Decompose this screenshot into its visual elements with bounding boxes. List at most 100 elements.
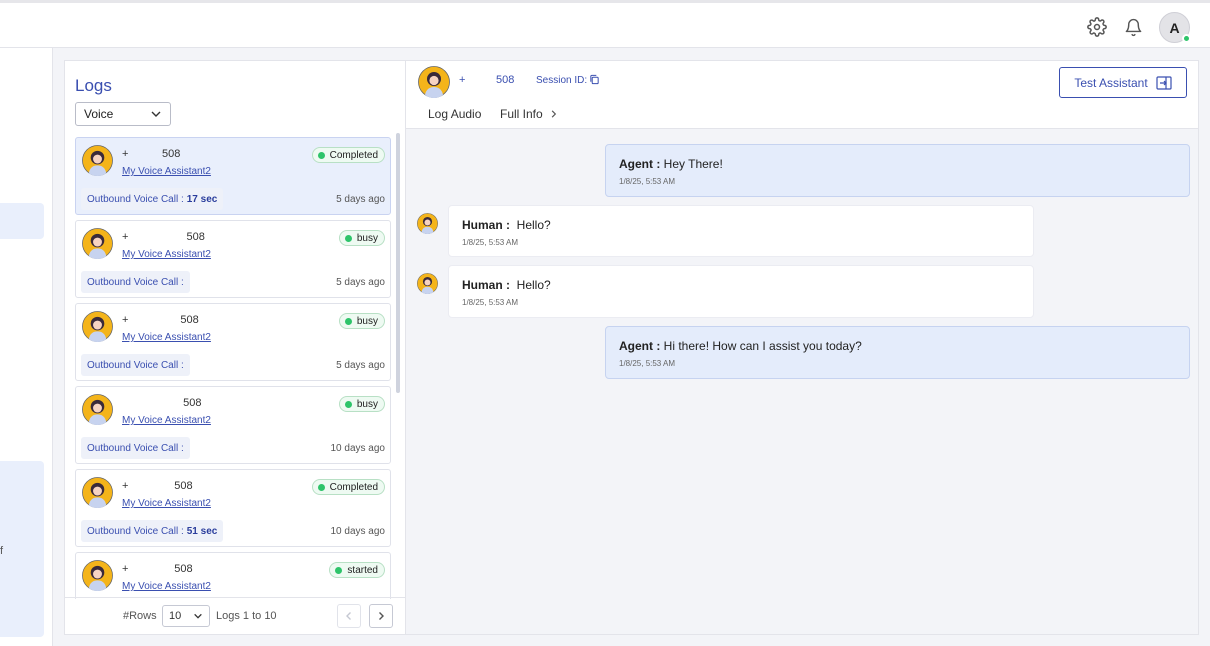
status-text: busy: [356, 232, 378, 244]
agent-message: Agent : Hi there! How can I assist you t…: [605, 326, 1190, 379]
message-line: Human : Hello?: [462, 278, 1020, 292]
user-avatar-icon: [417, 273, 438, 294]
call-type-text: Outbound Voice Call :: [87, 359, 184, 371]
tab-label: Log Audio: [428, 107, 482, 121]
log-phone: + 508: [122, 231, 205, 243]
sidebar-item-active[interactable]: [0, 203, 44, 239]
test-assistant-label: Test Assistant: [1074, 75, 1148, 90]
message-timestamp: 1/8/25, 5:53 AM: [619, 177, 676, 186]
call-type-text: Outbound Voice Call :: [87, 525, 184, 537]
call-type-select-value: Voice: [84, 107, 114, 121]
user-avatar[interactable]: A: [1159, 12, 1191, 43]
message-speaker: Human :: [462, 278, 510, 292]
message-text: Hi there! How can I assist you today?: [663, 339, 862, 353]
log-assistant-link[interactable]: My Voice Assistant2: [122, 332, 211, 343]
status-dot: [344, 400, 352, 408]
message-timestamp: 1/8/25, 5:53 AM: [462, 238, 519, 247]
status-text: busy: [356, 315, 378, 327]
user-avatar-icon: [82, 394, 113, 425]
status-text: started: [347, 564, 378, 576]
call-type-badge: Outbound Voice Call :: [81, 437, 190, 459]
pagination-bar: #Rows 10 Logs 1 to 10: [65, 597, 405, 635]
call-type-badge: Outbound Voice Call :: [81, 354, 190, 376]
status-dot: [317, 483, 325, 491]
log-time-ago: 5 days ago: [336, 194, 385, 205]
log-list-scrollbar[interactable]: [396, 133, 400, 393]
message-speaker: Agent :: [619, 339, 661, 353]
log-assistant-link[interactable]: My Voice Assistant2: [122, 166, 211, 177]
log-item[interactable]: + 508 My Voice Assistant2 Completed Outb…: [75, 469, 391, 547]
log-item[interactable]: + 508 My Voice Assistant2 busy Outbound …: [75, 303, 391, 381]
log-assistant-link[interactable]: My Voice Assistant2: [122, 498, 211, 509]
session-id-label: Session ID:: [536, 75, 588, 86]
call-type-badge: Outbound Voice Call :: [81, 271, 190, 293]
status-badge: Completed: [311, 147, 385, 163]
log-assistant-link[interactable]: My Voice Assistant2: [122, 249, 211, 260]
status-dot: [344, 234, 352, 242]
call-type-text: Outbound Voice Call :: [87, 193, 184, 205]
prev-page-button[interactable]: [337, 604, 361, 628]
status-text: Completed: [329, 149, 378, 161]
agent-message: Agent : Hey There! 1/8/25, 5:53 AM: [605, 144, 1190, 197]
status-text: busy: [356, 398, 378, 410]
tab-full-info[interactable]: Full Info: [500, 107, 558, 121]
copy-session-button[interactable]: [589, 74, 600, 88]
message-timestamp: 1/8/25, 5:53 AM: [619, 359, 676, 368]
log-item[interactable]: 508 My Voice Assistant2 busy Outbound Vo…: [75, 386, 391, 464]
status-dot: [344, 317, 352, 325]
message-text: Hello?: [516, 278, 551, 292]
call-duration: 51 sec: [186, 525, 218, 537]
page-range-label: Logs 1 to 10: [216, 610, 277, 622]
tab-log-audio[interactable]: Log Audio: [428, 107, 481, 121]
status-badge: busy: [338, 230, 385, 246]
status-badge: busy: [338, 313, 385, 329]
log-item[interactable]: + 508 My Voice Assistant2 busy Outbound …: [75, 220, 391, 298]
chevron-down-icon: [194, 613, 202, 619]
settings-button[interactable]: [1085, 15, 1109, 39]
log-phone: + 508: [122, 148, 181, 160]
rows-per-page-select[interactable]: 10: [162, 605, 210, 627]
notifications-button[interactable]: [1121, 15, 1145, 39]
human-message: Human : Hello? 1/8/25, 5:53 AM: [448, 265, 1034, 318]
user-avatar-icon: [418, 66, 450, 98]
message-line: Agent : Hey There!: [619, 157, 1176, 171]
enter-icon: [1156, 75, 1172, 90]
log-phone: + 508: [122, 480, 193, 492]
log-item[interactable]: + 508 My Voice Assistant2 Completed Outb…: [75, 137, 391, 215]
sidebar-text-fragment: f: [0, 545, 4, 557]
status-text: Completed: [329, 481, 378, 493]
tab-label: Full Info: [500, 107, 543, 121]
call-type-text: Outbound Voice Call :: [87, 276, 184, 288]
log-item[interactable]: + 508 My Voice Assistant2 started: [75, 552, 391, 599]
message-timestamp: 1/8/25, 5:53 AM: [462, 298, 519, 307]
log-time-ago: 5 days ago: [336, 360, 385, 371]
next-page-button[interactable]: [369, 604, 393, 628]
user-avatar-icon: [417, 213, 438, 234]
top-bar: A: [0, 0, 1210, 48]
bell-icon: [1125, 18, 1141, 36]
user-avatar-icon: [82, 560, 113, 591]
message-speaker: Agent :: [619, 157, 661, 171]
log-phone: + 508: [122, 563, 193, 575]
status-badge: busy: [338, 396, 385, 412]
logs-panel: Logs Voice + 508 My Voice Assistant2 Com…: [64, 60, 405, 635]
message-line: Human : Hello?: [462, 218, 1020, 232]
status-dot: [317, 151, 325, 159]
call-duration: 17 sec: [186, 193, 218, 205]
chevron-down-icon: [151, 111, 161, 117]
rows-label: #Rows: [123, 610, 157, 622]
log-time-ago: 5 days ago: [336, 277, 385, 288]
log-assistant-link[interactable]: My Voice Assistant2: [122, 581, 211, 592]
call-type-badge: Outbound Voice Call :17 sec: [81, 188, 224, 210]
rows-per-page-value: 10: [169, 610, 182, 622]
sidebar-card[interactable]: [0, 461, 44, 637]
test-assistant-button[interactable]: Test Assistant: [1059, 67, 1187, 98]
online-indicator: [1182, 34, 1191, 43]
call-type-select[interactable]: Voice: [75, 102, 171, 126]
log-detail-header: + 508 Session ID: Log Audio Full Info Te…: [406, 61, 1198, 129]
status-badge: started: [329, 562, 385, 578]
log-assistant-link[interactable]: My Voice Assistant2: [122, 415, 211, 426]
chevron-right-icon: [379, 612, 384, 620]
logs-title: Logs: [75, 76, 112, 95]
status-dot: [335, 566, 343, 574]
